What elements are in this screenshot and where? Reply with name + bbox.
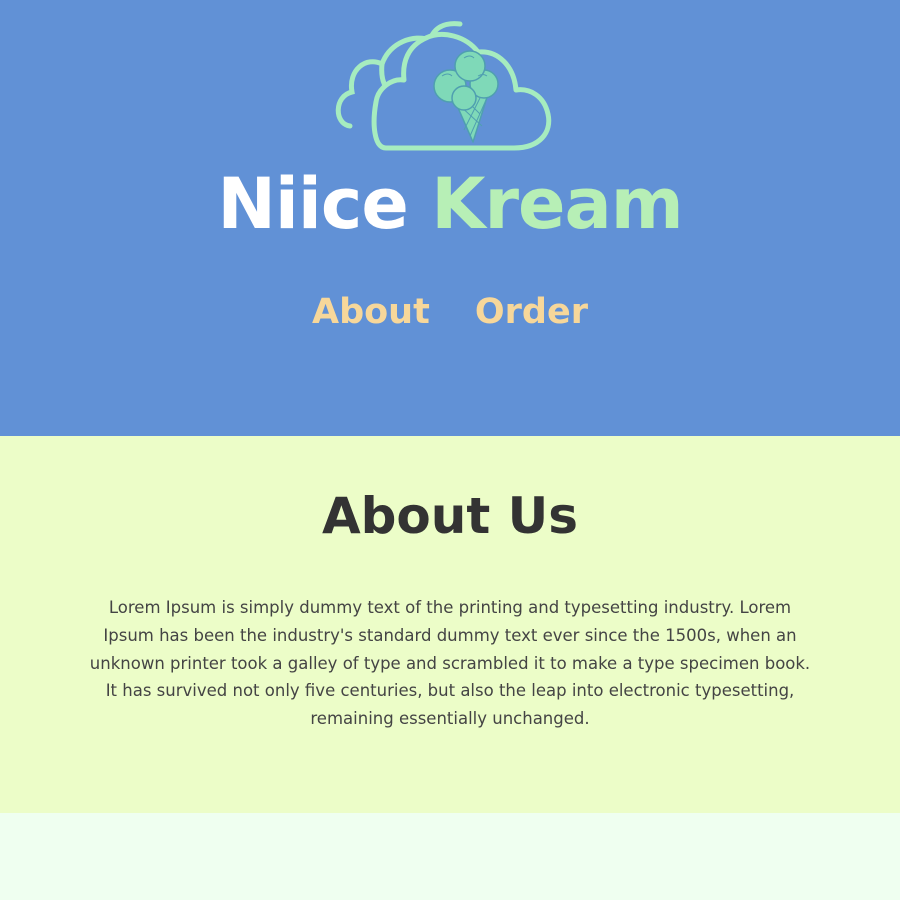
nav-link-about[interactable]: About <box>312 288 430 336</box>
brand-word-kream: Kream <box>431 163 683 245</box>
about-body-text: Lorem Ipsum is simply dummy text of the … <box>89 598 811 729</box>
brand-title: Niice Kream <box>0 162 900 246</box>
cloud-ice-cream-icon <box>335 21 552 151</box>
next-section-band <box>0 813 900 900</box>
about-section: About Us Lorem Ipsum is simply dummy tex… <box>0 436 900 813</box>
site-header: Niice Kream About Order <box>0 0 900 436</box>
main-nav: About Order <box>0 288 900 336</box>
about-heading: About Us <box>321 487 579 545</box>
nav-link-order[interactable]: Order <box>475 288 588 336</box>
brand-word-niice: Niice <box>217 163 409 245</box>
